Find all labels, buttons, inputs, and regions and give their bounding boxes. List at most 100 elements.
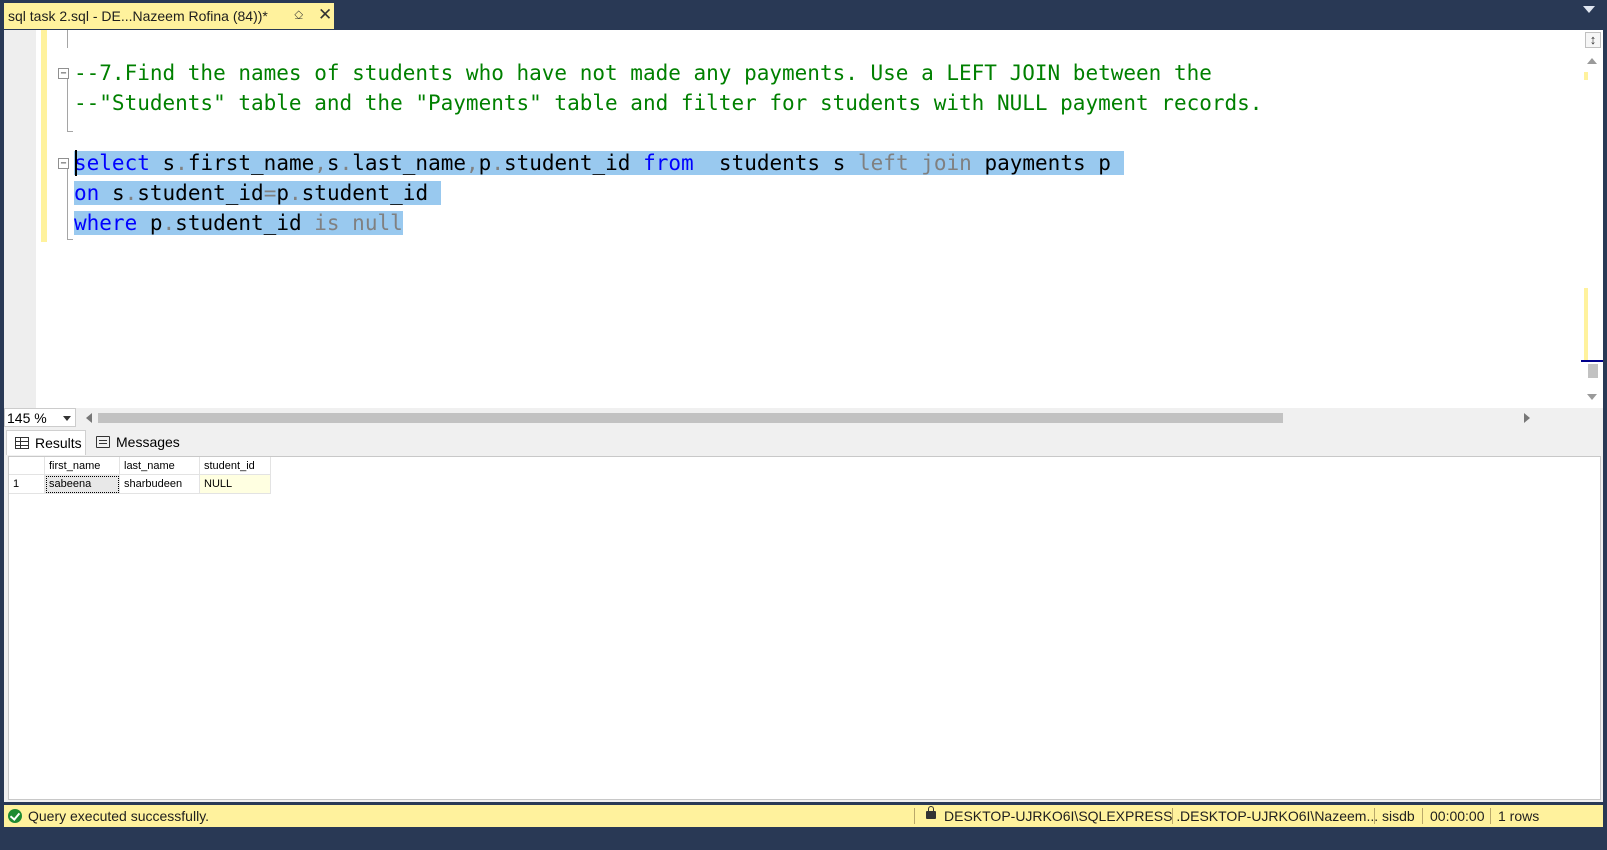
code-token: . (124, 181, 138, 205)
scroll-up-icon[interactable] (1587, 58, 1597, 64)
code-token: p (276, 181, 289, 205)
editor-gutter (4, 30, 36, 418)
code-token: s (149, 151, 176, 175)
code-token: student_id (137, 181, 264, 205)
status-message: Query executed successfully. (28, 808, 210, 824)
window-bottom-edge (0, 827, 1607, 850)
table-cell[interactable]: NULL (199, 474, 271, 494)
tab-messages[interactable]: Messages (88, 430, 180, 454)
tab-results-label: Results (35, 435, 82, 451)
row-number-header[interactable] (9, 457, 45, 475)
scroll-thumb[interactable] (1588, 364, 1598, 378)
editor-vertical-scrollbar[interactable]: ↕ (1581, 30, 1603, 418)
keyword-is-null: is null (314, 211, 403, 235)
pin-icon[interactable]: ⎐ (294, 8, 303, 23)
scroll-down-icon[interactable] (1587, 394, 1597, 400)
code-token: . (289, 181, 302, 205)
grid-icon (15, 437, 29, 449)
zoom-value: 145 % (7, 410, 47, 426)
code-token: p (137, 211, 163, 235)
tab-messages-label: Messages (116, 434, 180, 450)
code-token: . (491, 151, 504, 175)
code-token: . (339, 151, 353, 175)
caret-position-marker (1581, 360, 1603, 362)
document-tab-strip: sql task 2.sql - DE...Nazeem Rofina (84)… (0, 0, 1607, 30)
code-token: p (478, 151, 492, 175)
tab-results[interactable]: Results (6, 430, 86, 455)
column-header[interactable]: first_name (44, 457, 120, 475)
status-bar: Query executed successfully. DESKTOP-UJR… (4, 805, 1603, 827)
table-cell[interactable]: sabeena (44, 474, 120, 494)
comment-line-2: --"Students" table and the "Payments" ta… (74, 91, 1263, 115)
chevron-down-icon[interactable] (63, 416, 71, 421)
code-token: . (175, 151, 188, 175)
scroll-right-icon[interactable] (1524, 413, 1530, 423)
change-marker (1584, 288, 1588, 360)
code-token: student_id (301, 181, 441, 205)
change-tracking-bar (41, 30, 47, 242)
row-number[interactable]: 1 (9, 474, 45, 494)
code-token: , (314, 151, 327, 175)
query-line-2: on s.student_id=p.student_id (74, 178, 441, 208)
code-token: student_id (175, 211, 315, 235)
horizontal-scroll-thumb[interactable] (98, 413, 1283, 423)
status-divider (1172, 808, 1173, 824)
fold-line (67, 79, 68, 131)
fold-line-end (67, 131, 73, 132)
status-rows: 1 rows (1498, 808, 1540, 824)
column-header[interactable]: student_id (199, 457, 271, 475)
fold-line (67, 30, 68, 48)
status-user: DESKTOP-UJRKO6I\Nazeem... (1180, 808, 1379, 824)
status-database: sisdb (1382, 808, 1415, 824)
keyword-from: from (643, 151, 694, 175)
scroll-left-icon[interactable] (86, 413, 92, 423)
table-cell[interactable]: sharbudeen (119, 474, 200, 494)
query-line-3: where p.student_id is null (74, 208, 403, 238)
query-editor[interactable]: − − --7.Find the names of students who h… (4, 30, 1603, 418)
document-tab-title[interactable]: sql task 2.sql - DE...Nazeem Rofina (84)… (4, 8, 268, 24)
table-row: 1 sabeena sharbudeen NULL (9, 474, 271, 494)
messages-icon (96, 436, 110, 448)
fold-line-end (67, 239, 73, 240)
code-token: payments p (971, 151, 1124, 175)
editor-bottom-bar: 145 % (4, 408, 1603, 428)
fold-line (67, 169, 68, 239)
results-table: first_name last_name student_id 1 sabeen… (9, 457, 271, 494)
keyword-on: on (74, 181, 100, 205)
code-token: = (263, 181, 277, 205)
keyword-select: select (74, 151, 150, 175)
code-token: student_id (503, 151, 644, 175)
comment-line-1: --7.Find the names of students who have … (74, 61, 1212, 85)
code-token: . (162, 211, 176, 235)
document-tab[interactable]: sql task 2.sql - DE...Nazeem Rofina (84)… (4, 3, 334, 29)
code-token: s (99, 181, 125, 205)
success-check-icon (8, 809, 22, 823)
results-grid[interactable]: first_name last_name student_id 1 sabeen… (8, 456, 1601, 800)
tab-dropdown-icon[interactable] (1583, 6, 1595, 13)
change-marker (1584, 72, 1588, 80)
split-window-icon[interactable]: ↕ (1585, 32, 1601, 48)
code-token: students s (693, 151, 859, 175)
code-token: last_name (352, 151, 467, 175)
table-header-row: first_name last_name student_id (9, 457, 271, 475)
code-token: first_name (187, 151, 315, 175)
results-pane: Results Messages first_name last_name st… (4, 428, 1603, 802)
keyword-left-join: left join (858, 151, 972, 175)
collapse-query-icon[interactable]: − (58, 158, 69, 169)
status-divider (1422, 808, 1423, 824)
status-server: DESKTOP-UJRKO6I\SQLEXPRESS ... (944, 808, 1189, 824)
query-line-1: select s.first_name,s.last_name,p.studen… (74, 148, 1124, 178)
keyword-where: where (74, 211, 138, 235)
zoom-dropdown[interactable]: 145 % (4, 408, 76, 427)
status-divider (914, 808, 915, 824)
lock-icon (926, 806, 936, 819)
collapse-comment-icon[interactable]: − (58, 68, 69, 79)
status-divider (1374, 808, 1375, 824)
code-token: s (326, 151, 340, 175)
status-divider (1490, 808, 1491, 824)
text-caret (75, 150, 77, 176)
column-header[interactable]: last_name (119, 457, 200, 475)
code-token: , (466, 151, 479, 175)
status-elapsed: 00:00:00 (1430, 808, 1485, 824)
close-icon[interactable]: ✕ (318, 5, 332, 25)
